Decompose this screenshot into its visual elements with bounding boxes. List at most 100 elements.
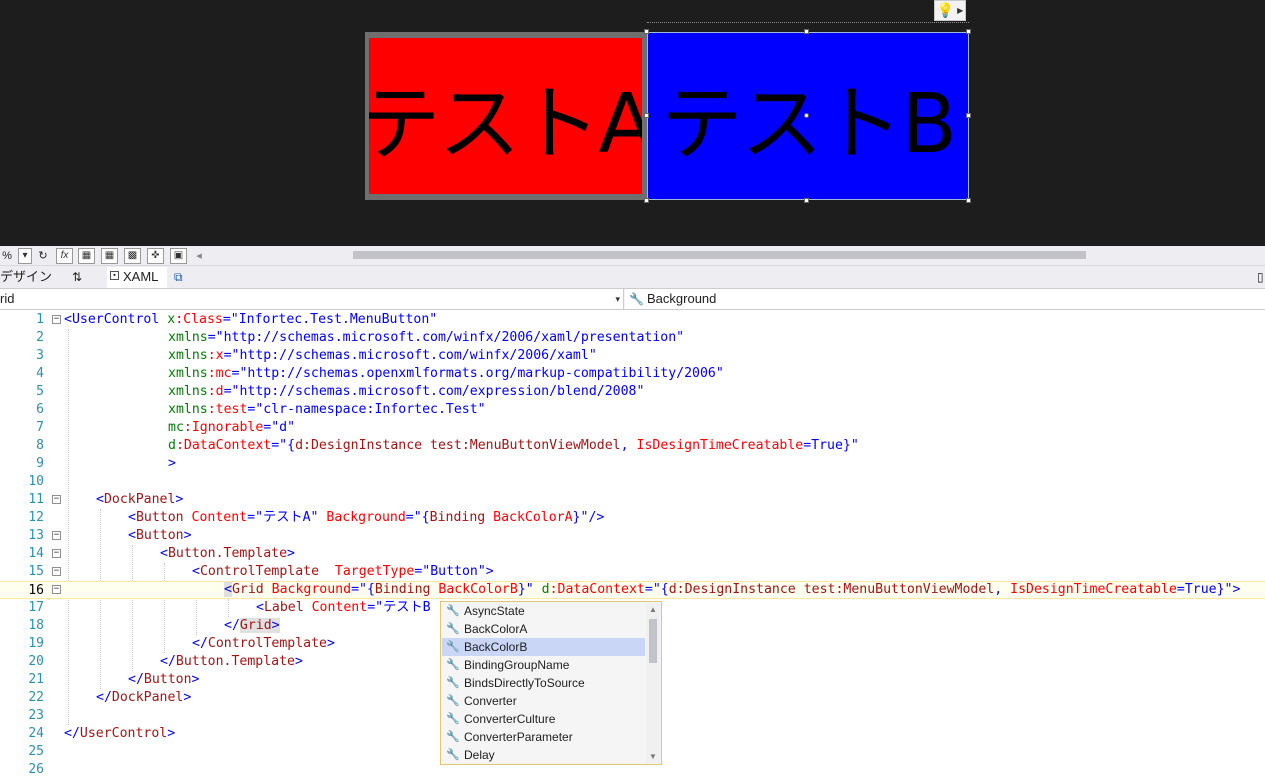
completion-item[interactable]: 🔧 Delay <box>442 746 645 764</box>
xml-value: ="http://schemas.openxmlformats.org/mark… <box>231 366 724 381</box>
xml-bracket: > <box>183 690 192 705</box>
member-dropdown-value: Background <box>647 291 717 306</box>
designer-toolbar: % ▾ ↻ fx ▦ ▦ ▩ ✜ ▣ ◂ <box>0 246 1265 266</box>
completion-item[interactable]: 🔧 BindsDirectlyToSource <box>442 674 645 692</box>
wrench-icon: 🔧 <box>446 605 460 617</box>
scroll-left-icon[interactable]: ◂ <box>194 248 204 264</box>
line-number: 16 <box>28 583 44 598</box>
markup-attr: IsDesignTimeCreatable <box>628 438 804 453</box>
intellisense-popup[interactable]: 🔧 AsyncState 🔧 BackColorA 🔧 BackColorB 🔧 Bin… <box>440 601 662 765</box>
xml-value: ="http://schemas.microsoft.com/winfx/200… <box>223 348 597 363</box>
grid-icon[interactable]: ▦ <box>78 248 95 264</box>
line-number: 12 <box>28 510 44 525</box>
xml-bracket: < <box>160 546 168 561</box>
xml-tag: ControlTemplate <box>207 636 327 651</box>
swap-panes-icon[interactable]: ⇅ <box>72 268 82 286</box>
fold-toggle[interactable]: − <box>52 567 61 576</box>
artboard-icon[interactable]: ▩ <box>124 248 141 264</box>
code-line: 10 <box>0 473 1265 491</box>
scroll-down-icon[interactable]: ▼ <box>646 752 660 761</box>
resize-handle[interactable] <box>804 198 809 203</box>
xml-attr: Content <box>183 510 248 525</box>
xml-attr: :DataContext <box>549 582 645 597</box>
popout-icon[interactable]: ⧉ <box>174 268 183 286</box>
snap-grid-icon[interactable]: ▦ <box>101 248 118 264</box>
scroll-thumb[interactable] <box>649 619 657 663</box>
effects-icon[interactable]: ▣ <box>170 248 187 264</box>
fold-toggle[interactable]: − <box>52 549 61 558</box>
line-number: 23 <box>28 708 44 723</box>
xml-bracket: /> <box>588 510 605 525</box>
xml-value: ="テストA" <box>247 510 319 525</box>
completion-item[interactable]: 🔧 BackColorA <box>442 620 645 638</box>
xml-bracket: < <box>128 528 136 543</box>
xml-bracket: > <box>175 492 184 507</box>
xml-attr: :mc <box>207 366 232 381</box>
xml-tag: Grid <box>239 618 272 633</box>
line-number: 7 <box>36 420 44 435</box>
markup-ext: test <box>795 582 836 597</box>
resize-handle[interactable] <box>966 198 971 203</box>
completion-item-selected[interactable]: 🔧 BackColorB <box>442 638 645 656</box>
resize-handle[interactable] <box>966 29 971 34</box>
preview-button-a[interactable]: テストA <box>365 32 649 200</box>
center-handle[interactable] <box>804 113 809 118</box>
xml-bracket: < <box>192 564 200 579</box>
line-number: 17 <box>28 600 44 615</box>
xml-value: ="Infortec.Test.MenuButton" <box>222 312 438 327</box>
line-number: 13 <box>28 528 44 543</box>
completion-item[interactable]: 🔧 Converter <box>442 692 645 710</box>
xml-attr: :d <box>207 384 224 399</box>
xml-value: =True}" <box>803 438 859 453</box>
tab-xaml[interactable]: ▪ XAML <box>107 267 167 288</box>
tab-design[interactable]: デザイン <box>0 268 52 286</box>
markup-ext: :MenuButtonViewModel <box>461 438 621 453</box>
markup-ext: Binding <box>374 582 431 597</box>
fold-toggle[interactable]: − <box>52 315 61 324</box>
member-dropdown[interactable]: 🔧 Background <box>625 289 1265 309</box>
element-dropdown[interactable]: rid ▾ <box>0 289 624 309</box>
xml-attr: :test <box>207 402 248 417</box>
xml-attr-prefix: xmlns <box>168 402 208 417</box>
fx-icon[interactable]: fx <box>56 248 73 264</box>
xml-bracket: < <box>224 582 232 597</box>
xml-tag: Button <box>135 528 184 543</box>
markup-ext: Binding <box>429 510 486 525</box>
fold-toggle[interactable]: − <box>52 495 61 504</box>
lightbulb-button[interactable]: 💡 ▶ <box>934 0 966 21</box>
line-number: 1 <box>36 312 44 327</box>
designer-surface[interactable]: 💡 ▶ テストA テストB <box>0 0 1265 246</box>
split-icon[interactable]: ▯ <box>1257 268 1264 286</box>
xml-attr-prefix: d <box>533 582 550 597</box>
xml-attr: :DataContext <box>175 438 272 453</box>
resize-handle[interactable] <box>966 113 971 118</box>
wrench-icon: 🔧 <box>446 695 460 707</box>
scroll-up-icon[interactable]: ▲ <box>646 605 660 614</box>
refresh-icon[interactable]: ↻ <box>36 248 50 264</box>
zoom-dropdown[interactable]: ▾ <box>18 248 32 264</box>
code-line: 3 xmlns:x="http://schemas.microsoft.com/… <box>0 347 1265 365</box>
resize-handle[interactable] <box>804 29 809 34</box>
completion-item[interactable]: 🔧 ConverterCulture <box>442 710 645 728</box>
fold-toggle[interactable]: − <box>52 531 61 540</box>
markup-attr: BackColorB <box>430 582 518 597</box>
fold-toggle[interactable]: − <box>52 585 61 594</box>
code-line: 9 > <box>0 455 1265 473</box>
horizontal-scrollbar[interactable] <box>353 251 1086 259</box>
snap-lines-icon[interactable]: ✜ <box>147 248 164 264</box>
xml-value: ="{ <box>271 438 296 453</box>
line-number: 3 <box>36 348 44 363</box>
intellisense-scrollbar[interactable]: ▲ ▼ <box>646 603 660 763</box>
xml-bracket: </ <box>64 726 80 741</box>
resize-handle[interactable] <box>644 113 649 118</box>
completion-item[interactable]: 🔧 AsyncState <box>442 602 645 620</box>
zoom-value[interactable]: % <box>0 248 14 264</box>
resize-handle[interactable] <box>644 29 649 34</box>
completion-item[interactable]: 🔧 ConverterParameter <box>442 728 645 746</box>
completion-item[interactable]: 🔧 BindingGroupName <box>442 656 645 674</box>
xml-tag: Grid <box>231 582 264 597</box>
resize-handle[interactable] <box>644 198 649 203</box>
xml-bracket: < <box>128 510 136 525</box>
xml-bracket: > <box>294 654 303 669</box>
xml-value: ="http://schemas.microsoft.com/winfx/200… <box>207 330 685 345</box>
